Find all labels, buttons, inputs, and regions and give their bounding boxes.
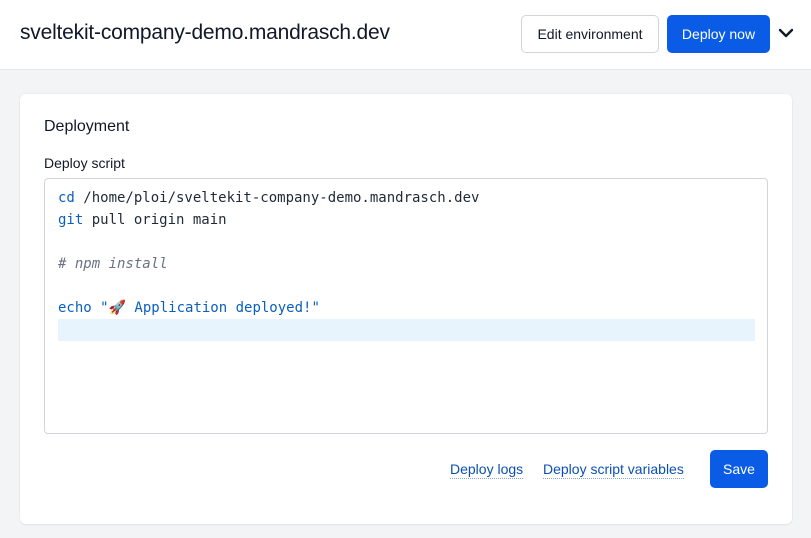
top-header: sveltekit-company-demo.mandrasch.dev Edi… [0, 0, 811, 70]
active-code-line[interactable] [58, 319, 755, 341]
code-text: pull origin main [83, 212, 227, 228]
code-keyword: cd [58, 190, 75, 206]
edit-environment-button[interactable]: Edit environment [521, 15, 659, 53]
page-title: sveltekit-company-demo.mandrasch.dev [20, 21, 390, 44]
deploy-script-label: Deploy script [44, 155, 125, 171]
code-keyword: echo [58, 300, 92, 316]
deploy-now-button[interactable]: Deploy now [667, 15, 770, 53]
code-line: cd /home/ploi/sveltekit-company-demo.man… [58, 187, 755, 209]
chevron-down-icon[interactable] [776, 23, 796, 43]
deployment-card: Deployment Deploy script cd /home/ploi/s… [20, 94, 792, 524]
section-title: Deployment [44, 118, 130, 135]
code-line: # npm install [58, 253, 755, 275]
deploy-script-editor[interactable]: cd /home/ploi/sveltekit-company-demo.man… [44, 178, 768, 434]
deploy-logs-link[interactable]: Deploy logs [450, 461, 524, 479]
code-text: /home/ploi/sveltekit-company-demo.mandra… [74, 190, 480, 206]
save-button[interactable]: Save [710, 450, 768, 488]
code-comment: # npm install [58, 256, 168, 272]
code-line: echo "🚀 Application deployed!" [58, 297, 755, 319]
code-line: git pull origin main [58, 209, 755, 231]
code-keyword: git [58, 212, 84, 228]
code-string: "🚀 Application deployed!" [91, 300, 320, 316]
deploy-script-variables-link[interactable]: Deploy script variables [543, 461, 684, 479]
